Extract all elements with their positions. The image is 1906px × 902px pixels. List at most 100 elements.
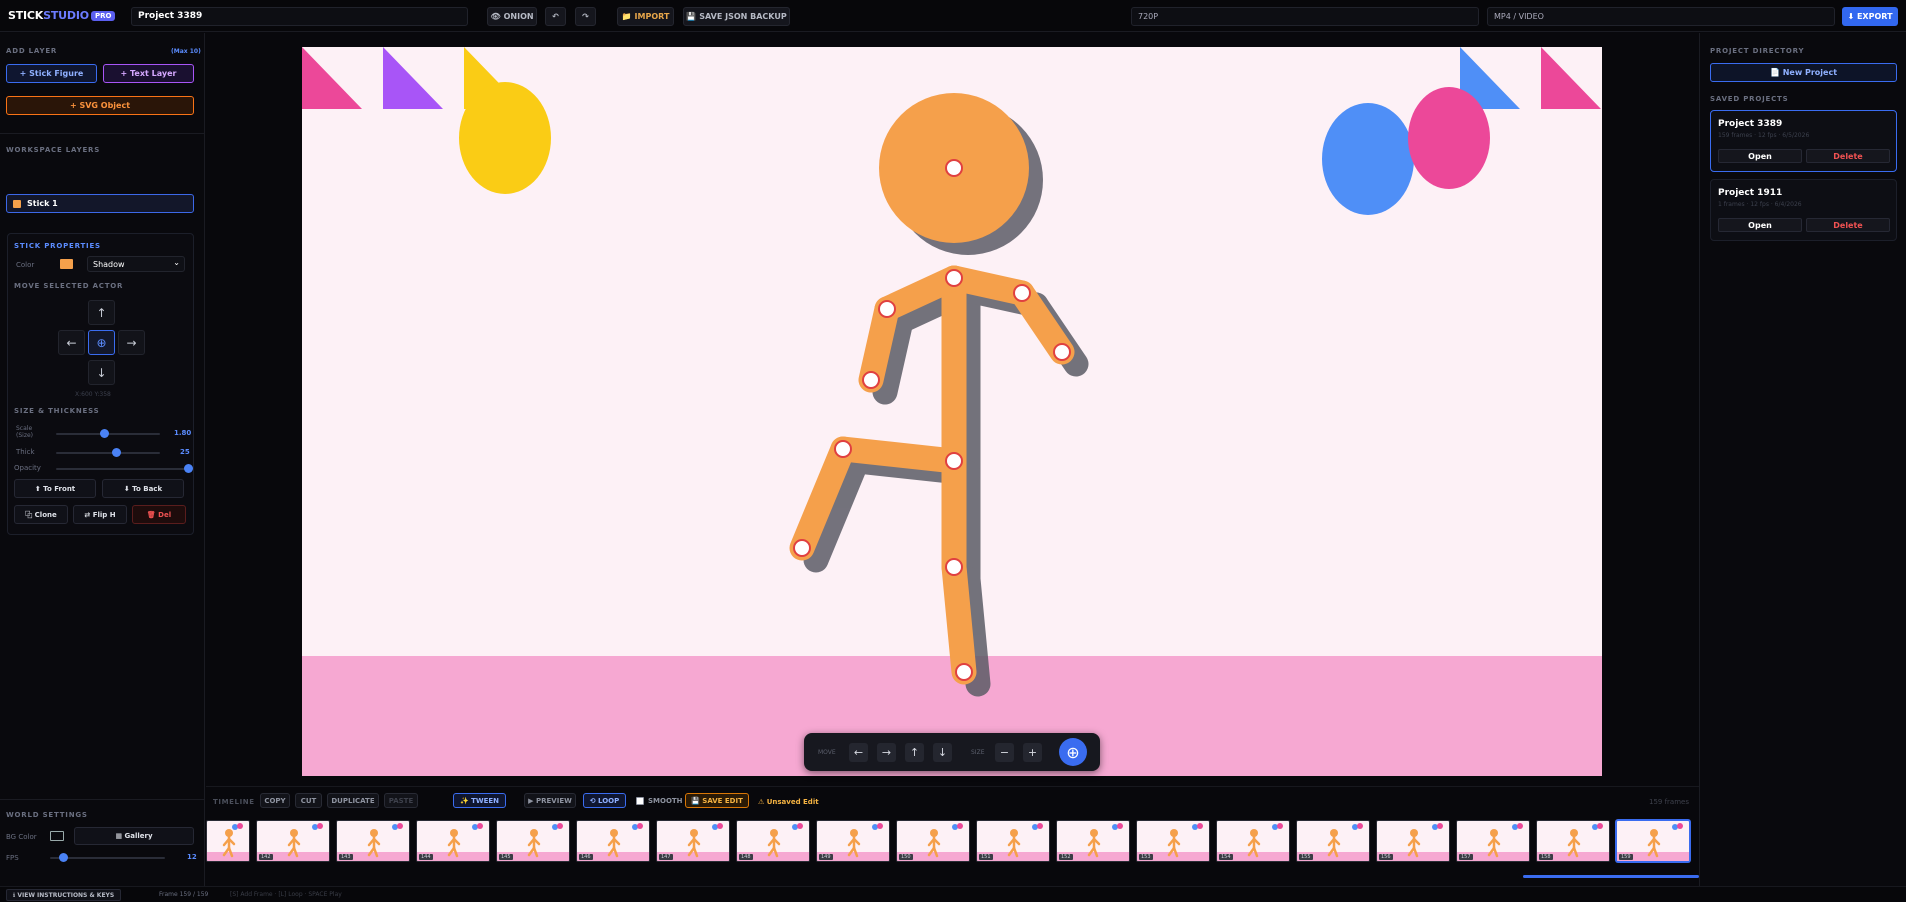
- frame-thumbnail[interactable]: 144: [416, 820, 490, 862]
- project-card[interactable]: Project 3389 159 frames · 12 fps · 6/5/2…: [1710, 110, 1897, 172]
- resolution-select[interactable]: 720P: [1131, 7, 1479, 26]
- project-directory-label: PROJECT DIRECTORY: [1710, 47, 1805, 55]
- scale-slider[interactable]: [56, 429, 160, 438]
- balloon-pink: [1408, 87, 1490, 189]
- frame-thumbnail[interactable]: 155: [1296, 820, 1370, 862]
- frame-thumbnail[interactable]: 151: [976, 820, 1050, 862]
- move-down-button[interactable]: ↓: [88, 360, 115, 385]
- frame-thumbnail[interactable]: 154: [1216, 820, 1290, 862]
- export-button[interactable]: ⬇ EXPORT: [1842, 7, 1898, 26]
- move-up-button[interactable]: ↑: [88, 300, 115, 325]
- pro-badge: PRO: [91, 11, 116, 21]
- delete-project-button[interactable]: Delete: [1806, 149, 1890, 163]
- preview-button[interactable]: ▶ PREVIEW: [524, 793, 576, 808]
- redo-button[interactable]: ↷: [575, 7, 596, 26]
- save-json-backup-button[interactable]: 💾 SAVE JSON BACKUP: [683, 7, 790, 26]
- frame-thumbnail[interactable]: 143: [336, 820, 410, 862]
- duplicate-frame-button[interactable]: DUPLICATE: [327, 793, 379, 808]
- scale-label: Scale (Size): [16, 425, 33, 439]
- frame-thumbnail[interactable]: 149: [816, 820, 890, 862]
- to-back-button[interactable]: ⬇ To Back: [102, 479, 184, 498]
- scene-svg: [302, 47, 1602, 776]
- frame-number: 157: [1459, 854, 1473, 860]
- open-project-button[interactable]: Open: [1718, 218, 1802, 232]
- thick-label: Thick: [16, 448, 35, 456]
- stick-figure[interactable]: [789, 93, 1075, 685]
- frame-thumbnail[interactable]: 146: [576, 820, 650, 862]
- add-svg-object-button[interactable]: + SVG Object: [6, 96, 194, 115]
- right-panel: PROJECT DIRECTORY 📄 New Project SAVED PR…: [1699, 33, 1906, 886]
- float-move-left-button[interactable]: ←: [849, 743, 868, 762]
- float-move-up-button[interactable]: ↑: [905, 743, 924, 762]
- frame-thumbnail[interactable]: 150: [896, 820, 970, 862]
- animation-canvas[interactable]: [302, 47, 1602, 776]
- frame-thumbnail[interactable]: [206, 820, 250, 862]
- add-stick-figure-button[interactable]: + Stick Figure: [6, 64, 97, 83]
- to-front-button[interactable]: ⬆ To Front: [14, 479, 96, 498]
- thick-slider[interactable]: [56, 448, 160, 457]
- float-move-down-button[interactable]: ↓: [933, 743, 952, 762]
- frame-thumbnail[interactable]: 147: [656, 820, 730, 862]
- flip-h-button[interactable]: ⇄ Flip H: [73, 505, 127, 524]
- float-move-right-button[interactable]: →: [877, 743, 896, 762]
- fps-slider[interactable]: [50, 853, 165, 862]
- move-right-button[interactable]: →: [118, 330, 145, 355]
- frame-thumbnail[interactable]: 145: [496, 820, 570, 862]
- frame-number: 158: [1539, 854, 1553, 860]
- crosshair-icon: ⊕: [1066, 742, 1080, 762]
- move-left-button[interactable]: ←: [58, 330, 85, 355]
- tween-button[interactable]: ✨ TWEEN: [453, 793, 506, 808]
- gallery-button[interactable]: ▦ Gallery: [74, 827, 194, 845]
- save-edit-button[interactable]: 💾 SAVE EDIT: [685, 793, 749, 808]
- smooth-checkbox[interactable]: [636, 797, 644, 805]
- frame-thumbnail[interactable]: 159: [1616, 820, 1690, 862]
- paste-frame-button[interactable]: PASTE: [384, 793, 418, 808]
- frame-thumbnail[interactable]: 153: [1136, 820, 1210, 862]
- undo-button[interactable]: ↶: [545, 7, 566, 26]
- project-name-input[interactable]: Project 3389: [131, 7, 468, 26]
- frame-thumbnail[interactable]: 158: [1536, 820, 1610, 862]
- layer-item-stick-1[interactable]: Stick 1: [6, 194, 194, 213]
- onion-button[interactable]: 👁 ONION: [487, 7, 537, 26]
- frame-number: 148: [739, 854, 753, 860]
- thick-slider-knob[interactable]: [111, 448, 121, 457]
- open-project-button[interactable]: Open: [1718, 149, 1802, 163]
- frame-number: 146: [579, 854, 593, 860]
- floating-transform-toolbar: MOVE ← → ↑ ↓ SIZE − + ⊕: [804, 733, 1100, 771]
- frame-thumbnail[interactable]: 152: [1056, 820, 1130, 862]
- clone-button[interactable]: ⿻ Clone: [14, 505, 68, 524]
- cut-frame-button[interactable]: CUT: [295, 793, 322, 808]
- import-button[interactable]: 📁 IMPORT: [617, 7, 674, 26]
- frame-thumbnail[interactable]: 156: [1376, 820, 1450, 862]
- project-card[interactable]: Project 1911 1 frames · 12 fps · 6/4/202…: [1710, 179, 1897, 241]
- frame-thumbnail[interactable]: 157: [1456, 820, 1530, 862]
- workspace-layers-label: WORKSPACE LAYERS: [6, 146, 101, 154]
- delete-button[interactable]: 🗑 Del: [132, 505, 186, 524]
- frame-thumbnail[interactable]: 142: [256, 820, 330, 862]
- opacity-slider-knob[interactable]: [183, 464, 193, 473]
- float-size-minus-button[interactable]: −: [995, 743, 1014, 762]
- fps-slider-knob[interactable]: [59, 853, 69, 862]
- add-text-layer-button[interactable]: + Text Layer: [103, 64, 194, 83]
- copy-frame-button[interactable]: COPY: [260, 793, 290, 808]
- format-select[interactable]: MP4 / VIDEO: [1487, 7, 1835, 26]
- unsaved-edit-warning: ⚠ Unsaved Edit: [758, 798, 819, 806]
- position-readout: X:600 Y:358: [75, 391, 111, 398]
- frame-thumbnail[interactable]: 148: [736, 820, 810, 862]
- opacity-slider[interactable]: [56, 464, 193, 473]
- color-picker[interactable]: [60, 259, 73, 269]
- center-crosshair-button[interactable]: ⊕: [1059, 738, 1087, 766]
- color-mode-select[interactable]: Shadow ⌄: [87, 256, 185, 272]
- save-icon: 💾: [686, 12, 697, 21]
- loop-toggle[interactable]: ⟲ LOOP: [583, 793, 626, 808]
- wand-icon: ✨: [459, 796, 469, 805]
- thick-value: 25: [180, 448, 190, 456]
- float-size-plus-button[interactable]: +: [1023, 743, 1042, 762]
- new-project-button[interactable]: 📄 New Project: [1710, 63, 1897, 82]
- bg-color-picker[interactable]: [50, 831, 64, 841]
- move-center-button[interactable]: ⊕: [88, 330, 115, 355]
- timeline-scrollbar[interactable]: [1523, 875, 1699, 878]
- view-instructions-button[interactable]: ℹ VIEW INSTRUCTIONS & KEYS: [6, 889, 122, 901]
- delete-project-button[interactable]: Delete: [1806, 218, 1890, 232]
- scale-slider-knob[interactable]: [100, 429, 110, 438]
